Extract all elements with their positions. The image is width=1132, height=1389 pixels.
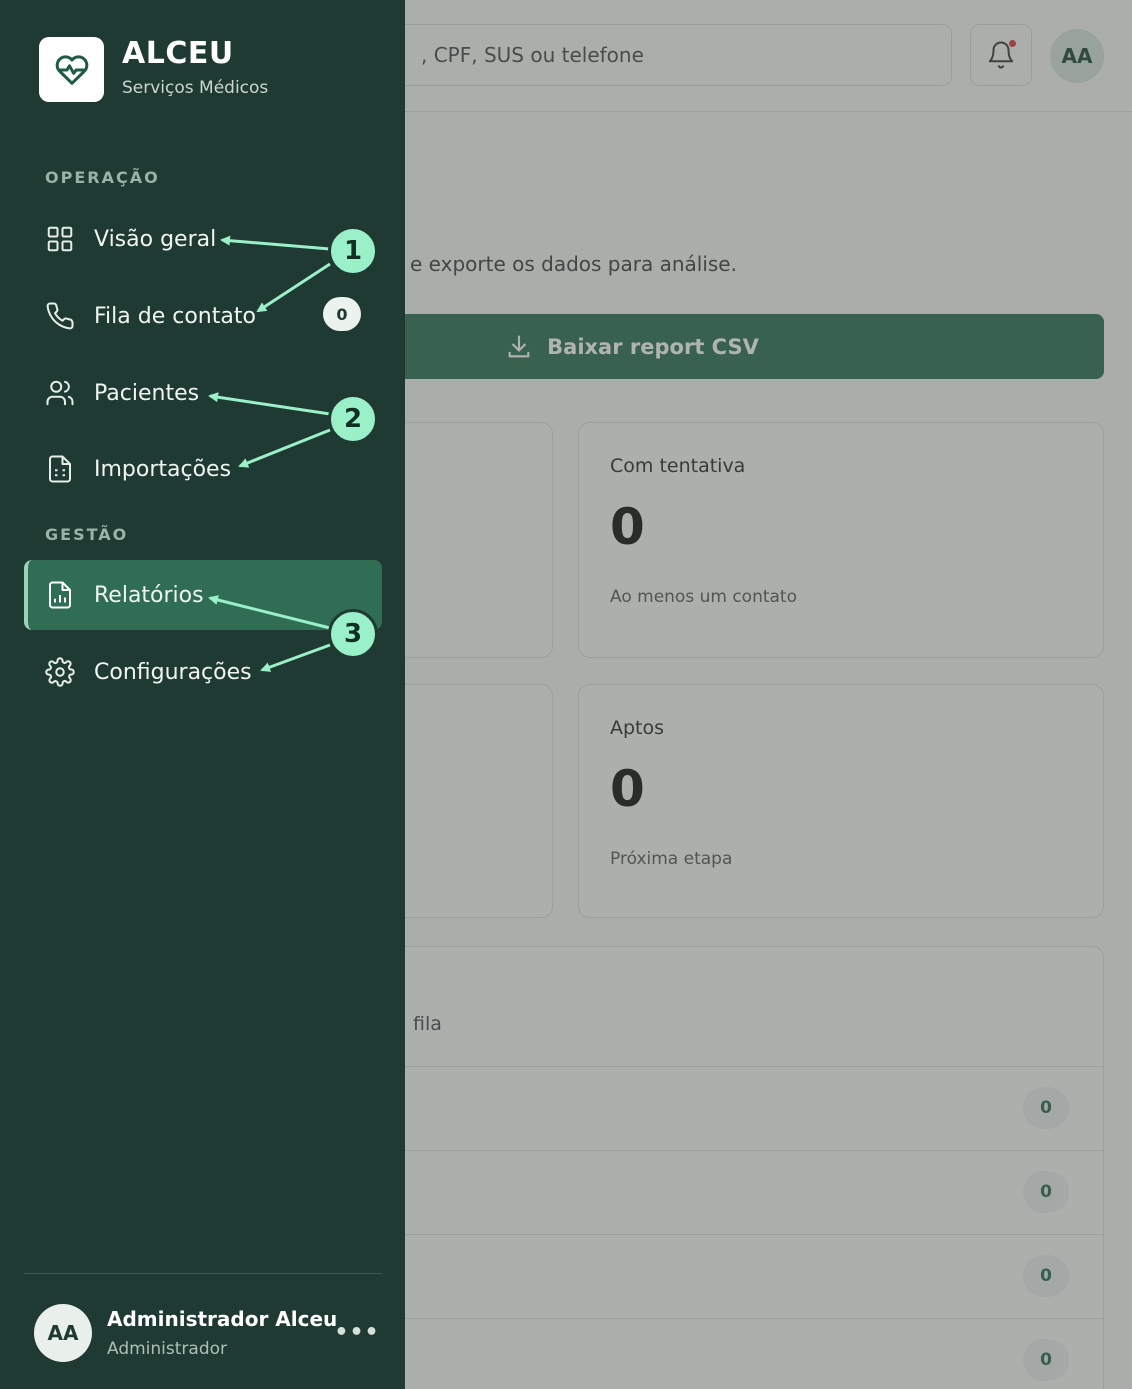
sidebar-item-label: Configurações bbox=[94, 659, 252, 685]
sidebar: ALCEU Serviços Médicos OPERAÇÃO Visão ge… bbox=[0, 0, 405, 1389]
sidebar-item-configuracoes[interactable]: Configurações bbox=[24, 637, 382, 707]
brand-name: ALCEU bbox=[122, 36, 234, 71]
sidebar-item-fila-de-contato[interactable]: Fila de contato 0 bbox=[24, 281, 382, 351]
queue-count-badge: 0 bbox=[323, 297, 361, 331]
heart-pulse-icon bbox=[55, 54, 88, 85]
phone-icon bbox=[44, 300, 76, 332]
sidebar-item-relatorios[interactable]: Relatórios bbox=[24, 560, 382, 630]
users-icon bbox=[44, 377, 76, 409]
user-role: Administrador bbox=[107, 1339, 228, 1359]
sidebar-item-label: Fila de contato bbox=[94, 303, 256, 329]
user-name: Administrador Alceu bbox=[107, 1307, 338, 1331]
section-label-gestao: GESTÃO bbox=[45, 525, 129, 544]
file-icon bbox=[44, 453, 76, 485]
sidebar-item-label: Importações bbox=[94, 456, 232, 482]
user-avatar[interactable]: AA bbox=[34, 1304, 92, 1362]
section-label-operacao: OPERAÇÃO bbox=[45, 168, 160, 187]
sidebar-item-pacientes[interactable]: Pacientes bbox=[24, 358, 382, 428]
brand-subtitle: Serviços Médicos bbox=[122, 78, 269, 98]
sidebar-item-label: Relatórios bbox=[94, 582, 204, 608]
sidebar-item-label: Pacientes bbox=[94, 380, 200, 406]
overlay-backdrop[interactable] bbox=[405, 0, 1132, 1389]
gear-icon bbox=[44, 656, 76, 688]
more-options-icon[interactable]: ••• bbox=[334, 1318, 378, 1346]
sidebar-item-visao-geral[interactable]: Visão geral bbox=[24, 204, 382, 274]
grid-icon bbox=[44, 223, 76, 255]
sidebar-item-importacoes[interactable]: Importações bbox=[24, 434, 382, 504]
chart-file-icon bbox=[44, 579, 76, 611]
sidebar-item-label: Visão geral bbox=[94, 226, 217, 252]
logo[interactable] bbox=[39, 37, 104, 102]
sidebar-divider bbox=[24, 1273, 382, 1274]
